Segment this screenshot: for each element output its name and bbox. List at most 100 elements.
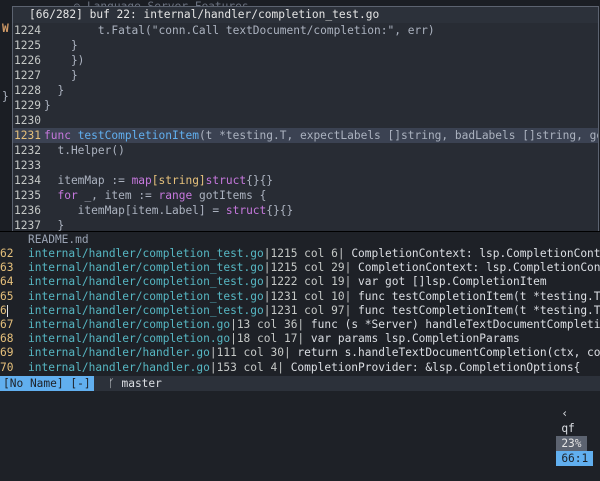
quickfix-location: |1215 col 29| bbox=[264, 261, 352, 274]
quickfix-file: internal/handler/completion_test.go bbox=[28, 290, 264, 303]
line-number: 1234 bbox=[13, 173, 41, 188]
quickfix-row[interactable]: 64internal/handler/completion_test.go|12… bbox=[0, 275, 600, 289]
quickfix-file: internal/handler/completion.go bbox=[28, 318, 230, 331]
code-line[interactable]: 1224 t.Fatal("conn.Call textDocument/com… bbox=[13, 23, 598, 38]
code-token: struct bbox=[206, 174, 246, 187]
line-number: 1228 bbox=[13, 83, 41, 98]
code-text: } bbox=[44, 218, 64, 232]
quickfix-list[interactable]: 62internal/handler/completion_test.go|12… bbox=[0, 247, 600, 375]
code-line[interactable]: 1226 }) bbox=[13, 53, 598, 68]
code-text: itemMap := map[string]struct{}{} bbox=[44, 173, 273, 188]
line-number: 1226 bbox=[13, 53, 41, 68]
quickfix-cursor bbox=[7, 305, 8, 317]
quickfix-row[interactable]: 63internal/handler/completion_test.go|12… bbox=[0, 261, 600, 275]
quickfix-row[interactable]: 69internal/handler/handler.go|111 col 30… bbox=[0, 346, 600, 360]
window-separator bbox=[0, 231, 600, 232]
statusline: [No Name] [-] ᚴ master utf-8 ‹ qf 23% 66… bbox=[0, 376, 600, 391]
buffer-name: [No Name] [-] bbox=[0, 376, 94, 391]
quickfix-text: return s.handleTextDocumentCompletion(ct… bbox=[291, 346, 600, 359]
code-text: t.Helper() bbox=[44, 143, 125, 158]
code-line[interactable]: 1235 for _, item := range gotItems { bbox=[13, 188, 598, 203]
line-number: 1233 bbox=[13, 158, 41, 173]
code-token bbox=[44, 189, 57, 202]
line-number: 1227 bbox=[13, 68, 41, 83]
quickfix-file: internal/handler/handler.go bbox=[28, 361, 210, 374]
status-right: utf-8 ‹ qf 23% 66:1 bbox=[529, 376, 600, 391]
fold-marker: } bbox=[2, 90, 9, 103]
quickfix-location: |1231 col 10| bbox=[264, 290, 352, 303]
line-number: 1230 bbox=[13, 113, 41, 128]
code-token: } bbox=[44, 39, 78, 52]
code-token: {}{} bbox=[266, 204, 293, 217]
quickfix-text: var got []lsp.CompletionItem bbox=[351, 275, 546, 288]
code-line[interactable]: 1236 itemMap[item.Label] = struct{}{} bbox=[13, 203, 598, 218]
warning-sign: W bbox=[2, 22, 9, 35]
code-line[interactable]: 1225 } bbox=[13, 38, 598, 53]
quickfix-location: |1215 col 6| bbox=[264, 247, 345, 260]
quickfix-row[interactable]: 6internal/handler/completion_test.go|123… bbox=[0, 304, 600, 318]
branch-icon: ᚴ bbox=[108, 377, 115, 390]
filetype: qf bbox=[556, 421, 579, 436]
code-line[interactable]: 1230 bbox=[13, 113, 598, 128]
quickfix-file: internal/handler/completion_test.go bbox=[28, 261, 264, 274]
current-code-line[interactable]: 1231func testCompletionItem(t *testing.T… bbox=[13, 128, 598, 143]
code-text: func testCompletionItem(t *testing.T, ex… bbox=[44, 128, 599, 143]
code-line[interactable]: 1229} bbox=[13, 98, 598, 113]
line-number: 1224 bbox=[13, 23, 41, 38]
line-number: 1225 bbox=[13, 38, 41, 53]
quickfix-file: internal/handler/completion_test.go bbox=[28, 304, 264, 317]
code-line[interactable]: 1233 bbox=[13, 158, 598, 173]
quickfix-text: func testCompletionItem(t *testing.T, ex… bbox=[351, 290, 600, 303]
preview-float-window[interactable]: [66/282] buf 22: internal/handler/comple… bbox=[12, 6, 599, 232]
quickfix-index: 6 bbox=[0, 304, 28, 318]
code-line[interactable]: 1232 t.Helper() bbox=[13, 143, 598, 158]
code-text: } bbox=[44, 98, 51, 113]
quickfix-file: internal/handler/completion.go bbox=[28, 332, 230, 345]
branch-section: ᚴ master bbox=[104, 376, 166, 391]
chevron-left-icon: ‹ bbox=[556, 406, 573, 421]
code-token: [string] bbox=[152, 174, 206, 187]
code-line[interactable]: 1237 } bbox=[13, 218, 598, 232]
line-number: 1229 bbox=[13, 98, 41, 113]
line-number: 1235 bbox=[13, 188, 41, 203]
scroll-percent: 23% bbox=[556, 436, 586, 451]
quickfix-index: 62 bbox=[0, 247, 28, 261]
quickfix-index: 64 bbox=[0, 275, 28, 289]
code-token: testCompletionItem bbox=[78, 129, 199, 142]
quickfix-file: internal/handler/completion_test.go bbox=[28, 247, 264, 260]
code-line[interactable]: 1228 } bbox=[13, 83, 598, 98]
quickfix-text: CompletionContext: lsp.CompletionContext… bbox=[345, 247, 600, 260]
code-token: t.Fatal("conn.Call textDocument/completi… bbox=[44, 24, 435, 37]
code-token: _, item := bbox=[78, 189, 159, 202]
code-text: } bbox=[44, 83, 64, 98]
quickfix-row[interactable]: 65internal/handler/completion_test.go|12… bbox=[0, 290, 600, 304]
quickfix-file: internal/handler/completion_test.go bbox=[28, 275, 264, 288]
code-token: } bbox=[44, 84, 64, 97]
code-text: t.Fatal("conn.Call textDocument/completi… bbox=[44, 23, 435, 38]
code-line[interactable]: 1227 } bbox=[13, 68, 598, 83]
code-token: } bbox=[44, 99, 51, 112]
quickfix-text: func testCompletionItem(t *testing.T, ex… bbox=[351, 304, 600, 317]
quickfix-row[interactable]: 62internal/handler/completion_test.go|12… bbox=[0, 247, 600, 261]
code-token: for bbox=[57, 189, 77, 202]
quickfix-location: |111 col 30| bbox=[210, 346, 291, 359]
line-number: 1232 bbox=[13, 143, 41, 158]
code-token: }) bbox=[44, 54, 84, 67]
quickfix-location: |13 col 36| bbox=[230, 318, 304, 331]
code-token: t.Helper() bbox=[44, 144, 125, 157]
code-token: map bbox=[132, 174, 152, 187]
command-line[interactable] bbox=[0, 391, 600, 405]
quickfix-row[interactable]: 67internal/handler/completion.go|13 col … bbox=[0, 318, 600, 332]
quickfix-index: 67 bbox=[0, 318, 28, 332]
quickfix-row[interactable]: 70internal/handler/handler.go|153 col 4|… bbox=[0, 361, 600, 375]
code-text: for _, item := range gotItems { bbox=[44, 188, 266, 203]
quickfix-location: |153 col 4| bbox=[210, 361, 284, 374]
quickfix-row[interactable]: 68internal/handler/completion.go|18 col … bbox=[0, 332, 600, 346]
quickfix-location: |1231 col 97| bbox=[264, 304, 352, 317]
quickfix-file: internal/handler/handler.go bbox=[28, 346, 210, 359]
quickfix-index: 65 bbox=[0, 290, 28, 304]
quickfix-text: CompletionProvider: &lsp.CompletionOptio… bbox=[284, 361, 580, 374]
quickfix-location: |1222 col 19| bbox=[264, 275, 352, 288]
code-line[interactable]: 1234 itemMap := map[string]struct{}{} bbox=[13, 173, 598, 188]
line-number: 1236 bbox=[13, 203, 41, 218]
